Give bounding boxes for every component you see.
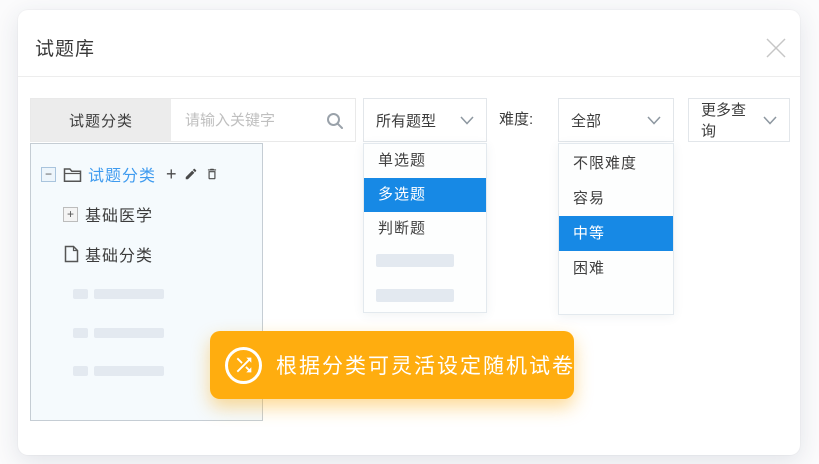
- close-button[interactable]: [763, 35, 789, 61]
- question-type-select-value: 所有题型: [376, 110, 436, 131]
- question-bank-dialog: 试题库 试题分类 所有题型 难度:: [18, 10, 800, 455]
- menu-item-hard[interactable]: 困难: [559, 251, 673, 286]
- more-query-select[interactable]: 更多查询: [688, 98, 790, 142]
- feature-callout: 根据分类可灵活设定随机试卷: [210, 331, 574, 399]
- menu-item-medium[interactable]: 中等: [559, 216, 673, 251]
- question-type-menu: 单选题 多选题 判断题: [363, 143, 487, 313]
- placeholder-bar: [376, 254, 454, 267]
- difficulty-menu: 不限难度 容易 中等 困难: [558, 143, 674, 315]
- tree-node-label[interactable]: 基础分类: [85, 242, 153, 266]
- tree-node-actions: +: [166, 166, 226, 182]
- menu-item-easy[interactable]: 容易: [559, 181, 673, 216]
- tree-placeholder-row: [73, 366, 164, 376]
- placeholder-square: [73, 289, 88, 299]
- tree-placeholder-row: [73, 289, 164, 299]
- placeholder-square: [73, 328, 88, 338]
- more-query-select-value: 更多查询: [701, 99, 757, 141]
- placeholder-bar: [94, 328, 164, 338]
- menu-item-single-choice[interactable]: 单选题: [364, 144, 486, 178]
- file-icon: [64, 245, 79, 263]
- page-title: 试题库: [35, 34, 95, 61]
- shuffle-icon: [233, 354, 255, 376]
- callout-text: 根据分类可灵活设定随机试卷: [276, 350, 575, 380]
- placeholder-bar: [94, 366, 164, 376]
- tree-placeholder-row: [73, 328, 164, 338]
- placeholder-square: [73, 366, 88, 376]
- placeholder-bar: [376, 289, 454, 302]
- question-type-select[interactable]: 所有题型: [363, 98, 487, 142]
- difficulty-select[interactable]: 全部: [558, 98, 674, 142]
- tree-row-leaf: 基础分类: [64, 240, 153, 268]
- tree-row-child: + 基础医学: [63, 200, 153, 228]
- placeholder-bar: [94, 289, 164, 299]
- chevron-down-icon: [460, 116, 474, 125]
- tree-node-root-label[interactable]: 试题分类: [88, 162, 156, 186]
- header-divider: [18, 76, 800, 77]
- tree-node-label[interactable]: 基础医学: [85, 202, 153, 226]
- menu-item-true-false[interactable]: 判断题: [364, 212, 486, 246]
- add-category-icon[interactable]: +: [166, 166, 177, 182]
- search-box: [171, 99, 355, 141]
- tab-question-category[interactable]: 试题分类: [31, 99, 171, 141]
- menu-item-multiple-choice[interactable]: 多选题: [364, 178, 486, 212]
- delete-icon[interactable]: [205, 167, 219, 181]
- expand-toggle-icon[interactable]: +: [63, 207, 78, 222]
- shuffle-icon-ring: [225, 347, 262, 384]
- difficulty-label: 难度:: [499, 98, 533, 142]
- close-icon: [763, 35, 789, 61]
- tree-row-root: − 试题分类 +: [41, 160, 226, 188]
- difficulty-select-value: 全部: [571, 110, 601, 131]
- collapse-toggle-icon[interactable]: −: [41, 167, 56, 182]
- folder-icon: [63, 166, 82, 183]
- search-icon[interactable]: [325, 111, 345, 131]
- menu-item-any-difficulty[interactable]: 不限难度: [559, 146, 673, 181]
- chevron-down-icon: [763, 116, 777, 125]
- chevron-down-icon: [647, 116, 661, 125]
- page-background: 试题库 试题分类 所有题型 难度:: [0, 0, 819, 464]
- search-group: 试题分类: [30, 98, 356, 142]
- edit-icon[interactable]: [184, 167, 198, 181]
